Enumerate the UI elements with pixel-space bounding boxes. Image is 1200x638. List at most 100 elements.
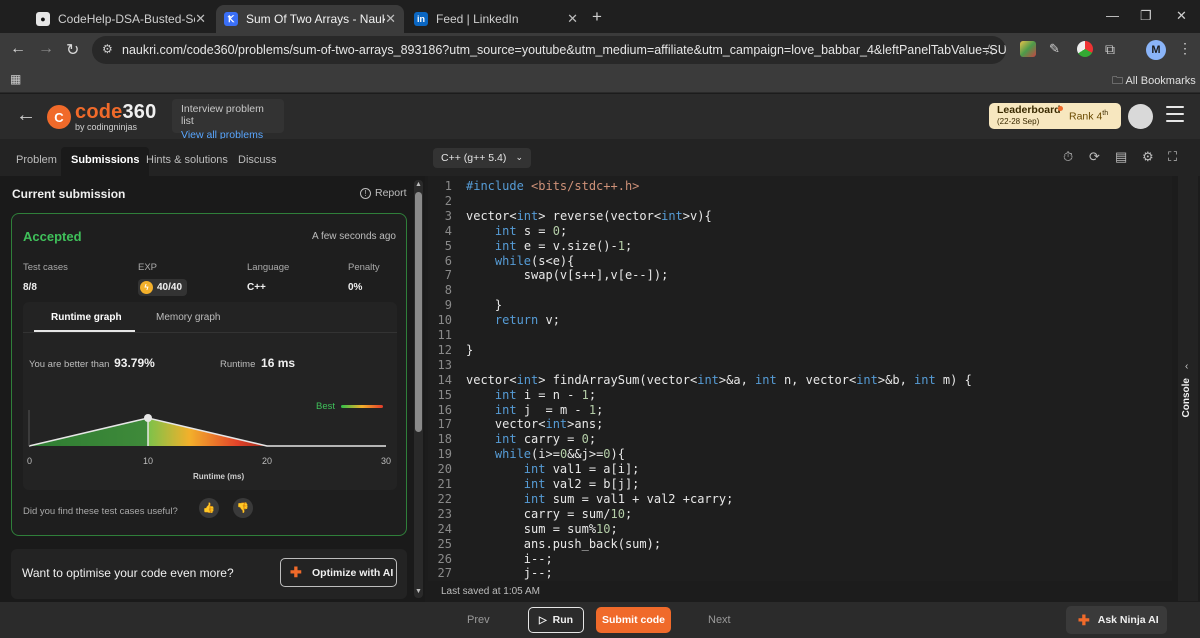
optimize-with-ai-button[interactable]: ✚ Optimize with AI xyxy=(280,558,397,587)
close-window-icon[interactable]: ✕ xyxy=(1176,8,1187,24)
scrollbar-thumb[interactable] xyxy=(415,192,422,432)
better-than-label: You are better than xyxy=(29,359,110,370)
leaderboard-badge[interactable]: Leaderboard (22-28 Sep) Rank 4th xyxy=(989,103,1121,129)
line-number: 3 xyxy=(444,208,452,223)
x-axis-label: Runtime (ms) xyxy=(193,472,245,481)
console-toggle[interactable]: Console xyxy=(1181,378,1192,417)
line-number: 10 xyxy=(437,313,452,328)
tab-hints-solutions[interactable]: Hints & solutions xyxy=(136,147,238,176)
browser-tab-naukri[interactable]: Ꝁ Sum Of Two Arrays - Naukri Co ✕ xyxy=(216,5,404,33)
line-number: 5 xyxy=(444,238,452,253)
thumbs-down-icon[interactable]: 👎 xyxy=(233,498,253,518)
logo-byline: by codingninjas xyxy=(75,122,138,132)
code360-logo[interactable]: C code360 by codingninjas xyxy=(47,102,156,132)
optimize-card: Want to optimise your code even more? ✚ O… xyxy=(11,549,407,599)
tab-problem[interactable]: Problem xyxy=(6,147,67,176)
thumbs-up-icon[interactable]: 👍 xyxy=(199,498,219,518)
report-button[interactable]: ! Report xyxy=(360,187,407,199)
menu-icon[interactable] xyxy=(1166,106,1184,127)
line-number: 4 xyxy=(444,223,452,238)
browser-tab-linkedin[interactable]: in Feed | LinkedIn ✕ xyxy=(406,5,586,33)
chevron-left-icon[interactable]: ‹ xyxy=(1185,361,1188,372)
code-editor[interactable]: 1 #include <bits/stdc++.h> 2 3 vector<int> r… xyxy=(428,176,1172,581)
stat-value: 8/8 xyxy=(23,282,37,293)
run-button[interactable]: ▷ Run xyxy=(528,607,584,633)
fullscreen-icon[interactable]: ⛶ xyxy=(1168,149,1177,165)
user-avatar[interactable] xyxy=(1128,104,1153,129)
close-tab-icon[interactable]: ✕ xyxy=(195,11,206,27)
next-button[interactable]: Next xyxy=(708,614,731,626)
better-than-value: 93.79% xyxy=(114,356,155,370)
run-label: Run xyxy=(552,614,574,626)
timer-icon[interactable]: ⏱ xyxy=(1063,149,1073,165)
extensions-puzzle-icon[interactable]: ⧉ xyxy=(1105,41,1121,57)
code-line: vector<int>ans; xyxy=(466,417,604,432)
apps-grid-icon[interactable]: ▦ xyxy=(10,72,21,86)
better-than: You are better than 93.79% xyxy=(29,356,155,370)
stat-exp: EXP ϟ 40/40 xyxy=(138,262,188,296)
lightning-coin-icon: ϟ xyxy=(140,281,153,294)
reload-icon[interactable]: ↻ xyxy=(66,40,79,60)
line-number: 9 xyxy=(444,298,452,313)
pen-extension-icon[interactable]: ✎ xyxy=(1049,41,1065,57)
profile-avatar[interactable]: M xyxy=(1146,40,1166,60)
line-number: 1 xyxy=(444,179,452,193)
last-saved: Last saved at 1:05 AM xyxy=(441,586,540,597)
rank-label: Rank xyxy=(1069,110,1094,123)
all-bookmarks[interactable]: 🗀 All Bookmarks xyxy=(1112,72,1196,91)
divider xyxy=(23,332,397,333)
close-tab-icon[interactable]: ✕ xyxy=(567,11,578,27)
reset-icon[interactable]: ⟳ xyxy=(1089,149,1100,165)
bookmark-star-icon[interactable]: ☆ xyxy=(983,41,996,59)
tab-runtime-graph[interactable]: Runtime graph xyxy=(51,312,122,323)
new-tab-icon[interactable]: + xyxy=(592,7,602,27)
minimize-icon[interactable]: — xyxy=(1106,8,1119,23)
tab-discuss[interactable]: Discuss xyxy=(228,147,287,176)
browser-menu-icon[interactable]: ⋮ xyxy=(1178,40,1192,57)
language-select[interactable]: C++ (g++ 5.4) ⌄ xyxy=(433,148,531,168)
line-number: 27 xyxy=(437,566,452,581)
back-arrow-icon[interactable]: ← xyxy=(16,104,36,127)
back-icon[interactable]: ← xyxy=(10,40,26,58)
ask-ninja-ai-button[interactable]: ✚ Ask Ninja AI xyxy=(1066,606,1167,634)
browser-tab-github[interactable]: ● CodeHelp-DSA-Busted-Series/L ✕ xyxy=(28,5,214,33)
code-line: int sum = val1 + val2 +carry; xyxy=(523,491,734,506)
site-settings-icon[interactable]: ⚙ xyxy=(102,42,113,56)
x-tick: 30 xyxy=(381,456,392,466)
optimize-button-label: Optimize with AI xyxy=(312,566,394,579)
tab-memory-graph[interactable]: Memory graph xyxy=(156,312,220,323)
scroll-up-icon[interactable]: ▲ xyxy=(415,181,422,188)
code-line: int carry = 0; xyxy=(494,432,597,447)
scroll-down-icon[interactable]: ▼ xyxy=(415,588,422,595)
extension-icon[interactable] xyxy=(1020,41,1036,57)
extension-icon[interactable] xyxy=(1077,41,1093,57)
x-tick: 20 xyxy=(262,456,273,466)
code-line: while(i>=0&&j>=0){ xyxy=(494,447,625,462)
logo-word: code xyxy=(75,101,123,123)
stat-penalty: Penalty 0% xyxy=(348,262,380,293)
line-number: 14 xyxy=(437,372,452,387)
status-badge: Accepted xyxy=(23,229,82,244)
ai-sparkle-icon: ✚ xyxy=(290,564,302,580)
close-tab-icon[interactable]: ✕ xyxy=(385,11,396,27)
left-panel-scrollbar[interactable]: ▲ ▼ xyxy=(414,180,423,598)
all-bookmarks-label: All Bookmarks xyxy=(1125,75,1196,87)
chevron-down-icon: ⌄ xyxy=(515,152,523,162)
interview-problem-list: Interview problem list View all problems xyxy=(172,99,284,141)
forward-icon[interactable]: → xyxy=(38,40,54,58)
optimize-text: Want to optimise your code even more? xyxy=(22,566,234,580)
layout-icon[interactable]: ▤ xyxy=(1115,149,1127,165)
submission-panel: Current submission ! Report Accepted A fe… xyxy=(0,176,425,602)
url-input[interactable]: ⚙ naukri.com/code360/problems/sum-of-two… xyxy=(92,36,1006,64)
prev-button[interactable]: Prev xyxy=(467,614,490,626)
line-number: 16 xyxy=(437,402,452,417)
line-number: 20 xyxy=(437,462,452,477)
restore-icon[interactable]: ❐ xyxy=(1140,8,1152,24)
accepted-result-card: Accepted A few seconds ago Test cases 8/… xyxy=(11,213,407,536)
code-line: int val2 = b[j]; xyxy=(523,477,640,491)
settings-icon[interactable]: ⚙ xyxy=(1142,149,1154,165)
ai-sparkle-icon: ✚ xyxy=(1078,611,1090,628)
interview-list-title: Interview problem list xyxy=(181,103,264,127)
submit-code-button[interactable]: Submit code xyxy=(596,607,671,633)
line-number: 7 xyxy=(444,268,452,283)
